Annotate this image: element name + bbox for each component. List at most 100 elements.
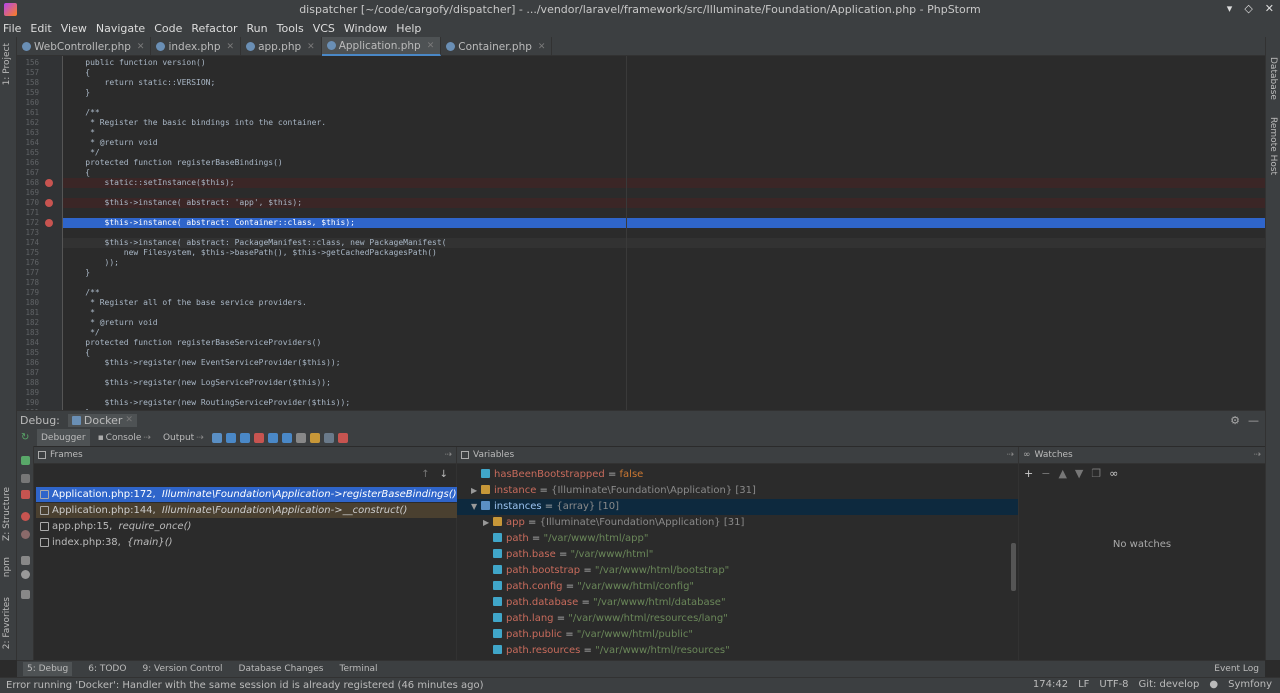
code-line[interactable]: * Register all of the base service provi…: [63, 298, 1265, 308]
debug-config-tab[interactable]: Docker: [84, 414, 123, 427]
pause-icon[interactable]: [21, 474, 30, 483]
editor-tab[interactable]: index.php ✕: [151, 37, 242, 56]
glasses-icon[interactable]: ∞: [1109, 467, 1118, 480]
code-line[interactable]: */: [63, 328, 1265, 338]
variable-row[interactable]: path.resources = "/var/www/html/resource…: [457, 643, 1018, 659]
database-tool-tab[interactable]: Database: [1268, 57, 1278, 100]
event-log-button[interactable]: Event Log: [1214, 664, 1259, 674]
menu-item-window[interactable]: Window: [344, 22, 387, 35]
variable-row[interactable]: ▼ instances = {array} [10]: [457, 499, 1018, 515]
line-separator[interactable]: LF: [1078, 679, 1089, 690]
code-line[interactable]: ));: [63, 258, 1265, 268]
close-tab-icon[interactable]: ✕: [227, 42, 235, 52]
editor-tab[interactable]: Application.php ✕: [321, 37, 442, 56]
mute-breakpoints-icon[interactable]: [21, 530, 30, 539]
duplicate-icon[interactable]: ❐: [1091, 467, 1101, 480]
npm-tool-tab[interactable]: npm: [2, 557, 12, 577]
show-execution-point-icon[interactable]: [211, 432, 222, 443]
code-line[interactable]: [63, 98, 1265, 108]
variable-row[interactable]: ▶ app = {Illuminate\Foundation\Applicatio…: [457, 515, 1018, 531]
code-line[interactable]: {: [63, 348, 1265, 358]
close-icon[interactable]: ✕: [1265, 2, 1274, 15]
bottom-tool-tab[interactable]: 6: TODO: [88, 664, 126, 674]
code-line[interactable]: }: [63, 268, 1265, 278]
rerun-icon[interactable]: ↻: [21, 432, 33, 443]
variable-row[interactable]: hasBeenBootstrapped = false: [457, 467, 1018, 483]
code-line[interactable]: $this->instance( abstract: PackageManife…: [63, 238, 1265, 248]
clear-icon[interactable]: [337, 432, 348, 443]
menu-item-file[interactable]: File: [3, 22, 21, 35]
caret-position[interactable]: 174:42: [1033, 679, 1068, 690]
variable-row[interactable]: path.database = "/var/www/html/database": [457, 595, 1018, 611]
remove-watch-icon[interactable]: −: [1041, 467, 1050, 480]
code-line[interactable]: [63, 228, 1265, 238]
bottom-tool-tab[interactable]: 5: Debug: [23, 662, 73, 676]
git-branch[interactable]: Git: develop: [1139, 679, 1200, 690]
console-tab[interactable]: ▪ Console ⇢: [94, 429, 155, 446]
code-line[interactable]: return static::VERSION;: [63, 78, 1265, 88]
pin-icon[interactable]: ⇢: [444, 450, 452, 460]
code-line[interactable]: }: [63, 88, 1265, 98]
evaluate-expression-icon[interactable]: [295, 432, 306, 443]
editor-tab[interactable]: Container.php ✕: [441, 37, 553, 56]
bottom-tool-tab[interactable]: Terminal: [340, 664, 378, 674]
structure-tool-tab[interactable]: Z: Structure: [2, 487, 12, 541]
menu-item-navigate[interactable]: Navigate: [96, 22, 145, 35]
stack-frame[interactable]: Application.php:144, Illuminate\Foundati…: [36, 503, 457, 518]
code-line[interactable]: $this->register(new RoutingServiceProvid…: [63, 398, 1265, 408]
menu-item-tools[interactable]: Tools: [277, 22, 304, 35]
minimize-panel-icon[interactable]: —: [1248, 414, 1259, 427]
step-over-icon[interactable]: [225, 432, 236, 443]
close-tab-icon[interactable]: ✕: [538, 42, 546, 52]
view-breakpoints-icon[interactable]: [21, 512, 30, 521]
pin-icon[interactable]: ⇢: [1006, 450, 1014, 460]
move-up-icon[interactable]: ▲: [1058, 467, 1066, 480]
gear-icon[interactable]: [21, 570, 30, 579]
close-tab-icon[interactable]: ✕: [137, 42, 145, 52]
menu-item-edit[interactable]: Edit: [30, 22, 51, 35]
code-line[interactable]: *: [63, 128, 1265, 138]
maximize-icon[interactable]: ◇: [1244, 2, 1252, 15]
variable-row[interactable]: path.bootstrap = "/var/www/html/bootstra…: [457, 563, 1018, 579]
code-line[interactable]: $this->register(new EventServiceProvider…: [63, 358, 1265, 368]
code-line[interactable]: protected function registerBaseServicePr…: [63, 338, 1265, 348]
code-line[interactable]: * @return void: [63, 138, 1265, 148]
code-line[interactable]: [63, 188, 1265, 198]
debugger-tab[interactable]: Debugger: [37, 429, 90, 446]
pin-icon[interactable]: [21, 590, 30, 599]
menu-item-view[interactable]: View: [61, 22, 87, 35]
close-icon[interactable]: ✕: [125, 415, 133, 425]
variable-row[interactable]: path.lang = "/var/www/html/resources/lan…: [457, 611, 1018, 627]
settings-icon[interactable]: [21, 556, 30, 565]
move-down-icon[interactable]: ▼: [1075, 467, 1083, 480]
breakpoint-icon[interactable]: [45, 179, 53, 187]
code-line[interactable]: * Register the basic bindings into the c…: [63, 118, 1265, 128]
menu-item-vcs[interactable]: VCS: [313, 22, 335, 35]
remote-host-tool-tab[interactable]: Remote Host: [1268, 117, 1278, 175]
code-line[interactable]: $this->instance( abstract: Container::cl…: [63, 218, 1265, 228]
pin-icon[interactable]: ⇢: [1253, 450, 1261, 460]
step-out-icon[interactable]: [267, 432, 278, 443]
scrollbar[interactable]: [1011, 543, 1016, 591]
code-line[interactable]: public function version(): [63, 58, 1265, 68]
mute-breakpoints-icon[interactable]: [309, 432, 320, 443]
code-line[interactable]: {: [63, 68, 1265, 78]
variable-row[interactable]: path.public = "/var/www/html/public": [457, 627, 1018, 643]
stack-frame[interactable]: index.php:38, {main}(): [36, 535, 457, 550]
code-line[interactable]: * @return void: [63, 318, 1265, 328]
force-step-into-icon[interactable]: [253, 432, 264, 443]
settings-icon[interactable]: [323, 432, 334, 443]
variable-row[interactable]: path = "/var/www/html/app": [457, 531, 1018, 547]
arrow-up-icon[interactable]: ↑: [421, 469, 429, 480]
code-line[interactable]: *: [63, 308, 1265, 318]
code-line[interactable]: new Filesystem, $this->basePath(), $this…: [63, 248, 1265, 258]
resume-icon[interactable]: [21, 456, 30, 465]
menu-item-refactor[interactable]: Refactor: [191, 22, 237, 35]
minimize-icon[interactable]: ▾: [1227, 2, 1233, 15]
editor-gutter[interactable]: 156 157 158 159 160 161 162 163 164 165 166 167 168 1…: [17, 56, 63, 417]
run-to-cursor-icon[interactable]: [281, 432, 292, 443]
stop-icon[interactable]: [21, 490, 30, 499]
code-line[interactable]: {: [63, 168, 1265, 178]
close-tab-icon[interactable]: ✕: [307, 42, 315, 52]
variable-row[interactable]: path.config = "/var/www/html/config": [457, 579, 1018, 595]
